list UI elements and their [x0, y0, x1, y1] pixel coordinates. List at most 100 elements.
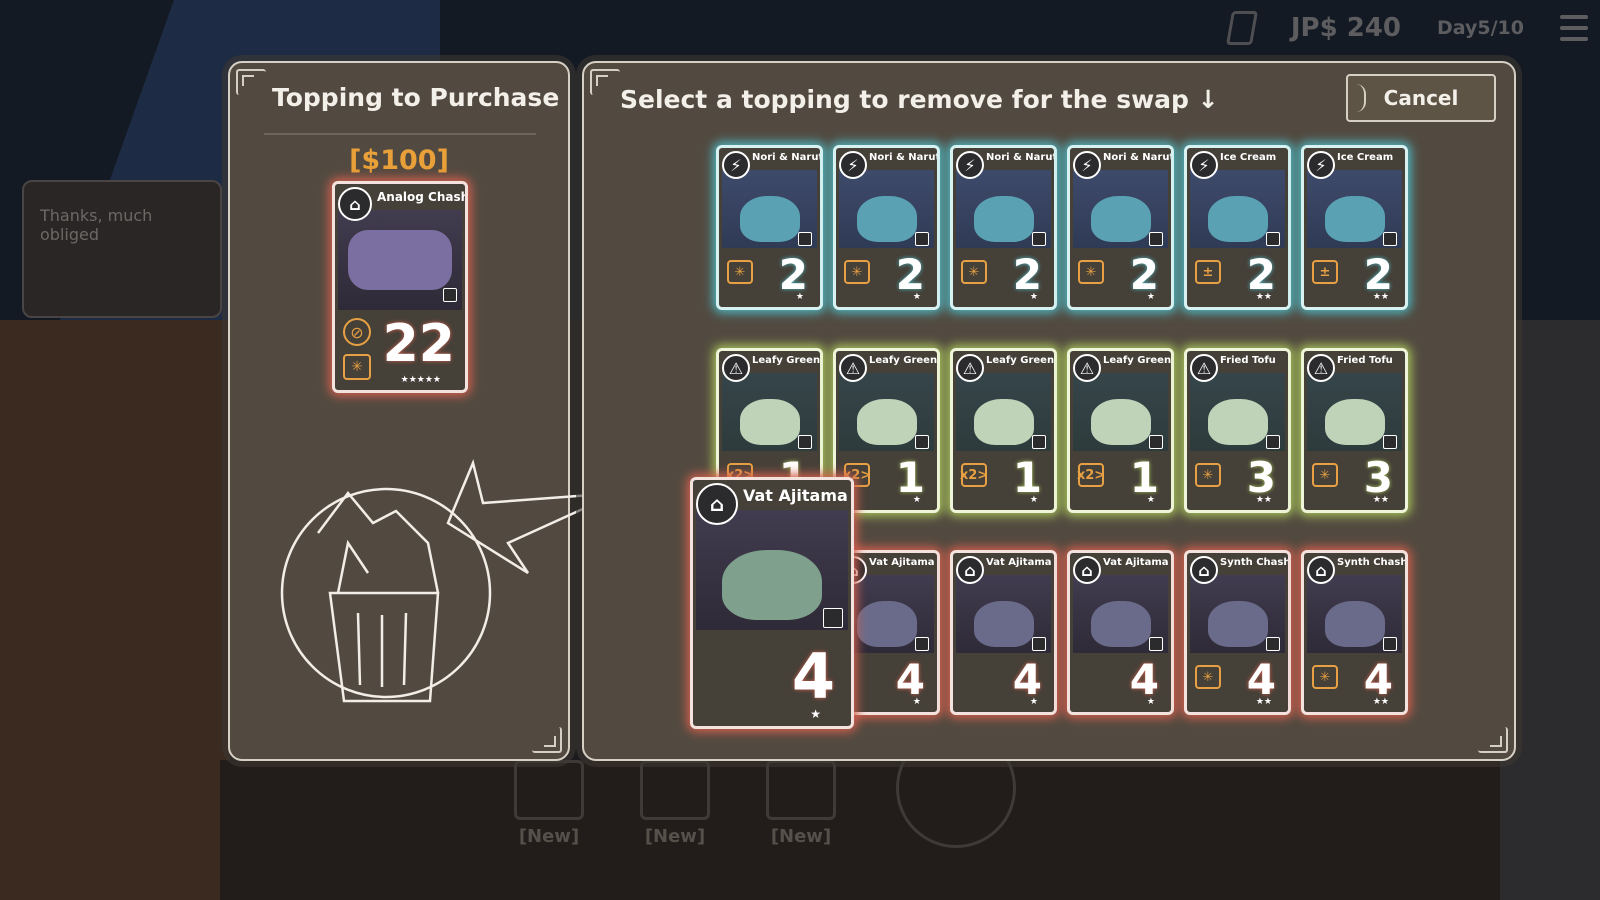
card-stars: ★ — [1029, 495, 1038, 505]
topping-card[interactable]: ⚡ Ice Cream ±2 ★★ — [1301, 145, 1408, 310]
card-symbol-icon: ⚡ — [722, 151, 750, 179]
card-symbol-icon: ⚡ — [1307, 151, 1335, 179]
card-symbol-icon: ⚡ — [1190, 151, 1218, 179]
card-symbol-icon: ⚠ — [722, 354, 750, 382]
magnify-icon[interactable] — [1032, 435, 1046, 449]
money-display: JP$ 240 — [1290, 13, 1401, 43]
magnify-icon[interactable] — [1149, 232, 1163, 246]
new-slot[interactable]: [New] — [766, 760, 836, 847]
new-slots: [New] [New] [New] — [514, 760, 836, 847]
card-stars: ★★ — [1255, 292, 1272, 302]
card-stars: ★★ — [1255, 697, 1272, 707]
menu-icon[interactable] — [1560, 15, 1588, 41]
magnify-icon[interactable] — [915, 232, 929, 246]
hud: JP$ 240 Day5/10 — [1225, 8, 1600, 48]
topping-card[interactable]: ⚠ Fried Tofu ✳ 3 ★★ — [1301, 348, 1408, 513]
card-symbol-icon: ⌂ — [956, 556, 984, 584]
topping-card[interactable]: ⚠Leafy Greensx2>1★ — [1067, 348, 1174, 513]
card-tag-icon: ± — [1195, 260, 1221, 284]
card-symbol-icon: ⚠ — [1307, 354, 1335, 382]
topping-card[interactable]: ⚡Nori & Naruto✳2★ — [1067, 145, 1174, 310]
card-score: 22 — [382, 314, 455, 374]
topping-card[interactable]: ⌂Vat Ajitama4★ — [1067, 550, 1174, 715]
card-tag-icon: x2> — [960, 463, 988, 487]
topping-card[interactable]: ⚠ Fried Tofu ✳ 3 ★★ — [1184, 348, 1291, 513]
asterisk-icon: ✳ — [343, 354, 371, 380]
card-tag-icon: ✳ — [844, 260, 870, 284]
magnify-icon[interactable] — [798, 232, 812, 246]
card-tag-icon: ✳ — [1078, 260, 1104, 284]
card-symbol-icon: ⌂ — [1307, 556, 1335, 584]
magnify-icon[interactable] — [443, 288, 457, 302]
topping-card[interactable]: ⚠Leafy Greensx2>1★ — [950, 348, 1057, 513]
magnify-icon[interactable] — [915, 637, 929, 651]
card-symbol-icon: ⌂ — [1190, 556, 1218, 584]
topping-card[interactable]: ⚡Nori & Naruto✳2★ — [716, 145, 823, 310]
card-stars: ★ — [1029, 697, 1038, 707]
topping-card[interactable]: ⌂Synth Chashu✳4★★ — [1184, 550, 1291, 715]
new-slot[interactable]: [New] — [640, 760, 710, 847]
magnify-icon[interactable] — [1383, 435, 1397, 449]
topping-card[interactable]: ⚡Nori & Naruto✳2★ — [833, 145, 940, 310]
card-stars: ★★ — [1372, 495, 1389, 505]
magnify-icon[interactable] — [1149, 435, 1163, 449]
topping-card[interactable]: ⚡ Ice Cream ±2 ★★ — [1184, 145, 1291, 310]
card-stars: ★ — [912, 697, 921, 707]
background-counter — [0, 320, 230, 900]
card-symbol-icon: ⚠ — [839, 354, 867, 382]
panel-corner — [532, 727, 562, 753]
magnify-icon[interactable] — [1032, 637, 1046, 651]
card-symbol-icon: ⚡ — [839, 151, 867, 179]
slot-icon — [640, 760, 710, 820]
dialog-bubble: Thanks, much obliged — [22, 180, 222, 318]
magnify-icon[interactable] — [1266, 232, 1280, 246]
card-score: 4 — [791, 640, 835, 713]
slot-icon — [766, 760, 836, 820]
card-tag-icon: ✳ — [961, 260, 987, 284]
new-slot[interactable]: [New] — [514, 760, 584, 847]
magnify-icon[interactable] — [1383, 232, 1397, 246]
magnify-icon[interactable] — [1383, 637, 1397, 651]
swap-title: Select a topping to remove for the swap … — [620, 85, 1219, 114]
dialog-text: Thanks, much obliged — [40, 206, 153, 244]
card-stars: ★ — [912, 495, 921, 505]
card-tag-icon: ✳ — [727, 260, 753, 284]
card-stars: ★ — [1029, 292, 1038, 302]
card-symbol-icon: ⌂ — [1073, 556, 1101, 584]
background-bottom — [220, 760, 1500, 900]
magnify-icon[interactable] — [798, 435, 812, 449]
panel-corner — [590, 69, 620, 95]
purchase-title: Topping to Purchase — [272, 83, 560, 112]
panel-corner — [236, 69, 266, 95]
card-stars: ★ — [810, 707, 821, 721]
magnify-icon[interactable] — [823, 608, 843, 628]
card-symbol-icon: ⚠ — [1073, 354, 1101, 382]
card-stars: ★★★★★ — [400, 375, 441, 385]
card-stars: ★ — [1146, 292, 1155, 302]
purchase-panel: Topping to Purchase [$100] ⌂ Analog Chas… — [228, 61, 618, 761]
divider — [264, 133, 536, 135]
magnify-icon[interactable] — [1266, 435, 1280, 449]
card-tag-icon: ✳ — [1195, 665, 1221, 689]
magnify-icon[interactable] — [1032, 232, 1046, 246]
hovered-topping-card[interactable]: ⌂ Vat Ajitama 4 ★ — [690, 477, 854, 729]
card-tag-icon: ✳ — [1312, 463, 1338, 487]
topping-card[interactable]: ⌂Vat Ajitama4★ — [950, 550, 1057, 715]
topping-card[interactable]: ⌂Synth Chashu✳4★★ — [1301, 550, 1408, 715]
gem-icon — [1225, 11, 1258, 45]
magnify-icon[interactable] — [1149, 637, 1163, 651]
purchase-price: [$100] — [349, 145, 449, 176]
card-stars: ★ — [795, 292, 804, 302]
card-tag-icon: ✳ — [1312, 665, 1338, 689]
card-symbol-icon: ⚠ — [956, 354, 984, 382]
trash-bin-icon — [328, 591, 440, 703]
magnify-icon[interactable] — [1266, 637, 1280, 651]
card-stars: ★★ — [1372, 292, 1389, 302]
topping-card[interactable]: ⚡Nori & Naruto✳2★ — [950, 145, 1057, 310]
purchase-card[interactable]: ⌂ Analog Chashu ⊘ ✳ 22 ★★★★★ — [332, 181, 468, 393]
card-stars: ★ — [1146, 495, 1155, 505]
card-symbol-icon: ⚡ — [1073, 151, 1101, 179]
card-stars: ★ — [1146, 697, 1155, 707]
cancel-button[interactable]: Cancel — [1346, 74, 1496, 122]
magnify-icon[interactable] — [915, 435, 929, 449]
